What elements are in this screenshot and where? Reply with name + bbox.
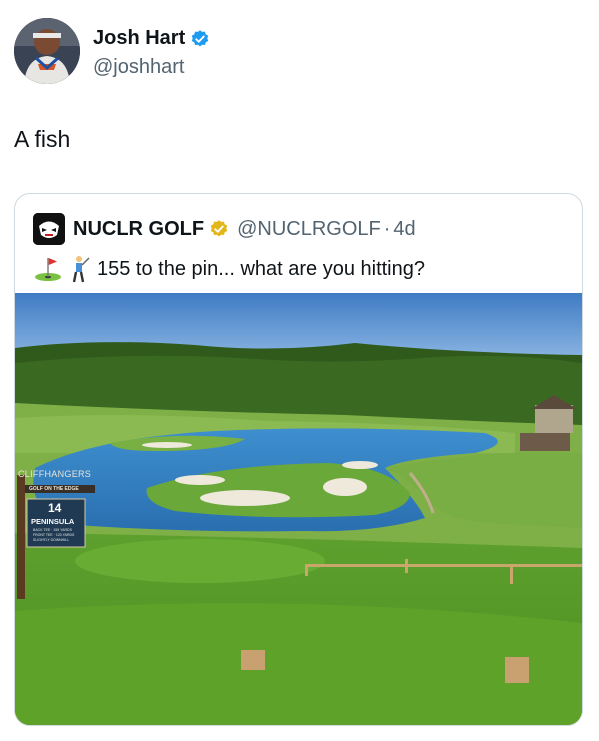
sign-hole-number: 14 [48, 501, 62, 515]
sign-hole-name: PENINSULA [31, 517, 75, 526]
sign-detail-2: FRONT TEE · 120 YARDS [33, 533, 75, 537]
player-avatar-icon [14, 18, 80, 84]
golf-course-photo[interactable]: CLIFFHANGERS GOLF ON THE EDGE 14 PENINSU… [15, 293, 582, 725]
quoted-post-text-row: 155 to the pin... what are you hitting? [33, 254, 425, 284]
quoted-author-display-name[interactable]: NUCLR GOLF [73, 218, 204, 241]
post-header: Josh Hart @joshhart [14, 18, 584, 88]
quoted-post-card[interactable]: NUCLR GOLF @NUCLRGOLF · 4d 155 to the pi… [14, 193, 583, 726]
quoted-post-body: 155 to the pin... what are you hitting? [97, 257, 425, 280]
author-display-name[interactable]: Josh Hart [93, 27, 185, 50]
quoted-author-handle[interactable]: @NUCLRGOLF [237, 218, 381, 241]
author-name-row: Josh Hart [93, 27, 210, 50]
quoted-post-header: NUCLR GOLF @NUCLRGOLF · 4d [33, 213, 416, 245]
golf-hole-flag-icon [33, 255, 63, 283]
verified-badge-icon [192, 29, 209, 46]
separator-dot: · [383, 217, 391, 240]
author-handle[interactable]: @joshhart [93, 56, 184, 79]
sign-detail-1: BACK TEE · 155 YARDS [33, 528, 72, 532]
post-text: A fish [14, 126, 71, 152]
golfer-icon [69, 255, 91, 283]
sign-tagline: GOLF ON THE EDGE [29, 486, 79, 492]
sign-brand: CLIFFHANGERS [18, 469, 92, 479]
sign-detail-3: SLIGHTLY DOWNHILL [33, 538, 70, 542]
quoted-post-timestamp[interactable]: 4d [393, 218, 415, 241]
author-avatar[interactable] [14, 18, 80, 84]
gold-verified-badge-icon [210, 220, 228, 237]
nuclr-golf-logo-icon[interactable] [33, 213, 65, 245]
